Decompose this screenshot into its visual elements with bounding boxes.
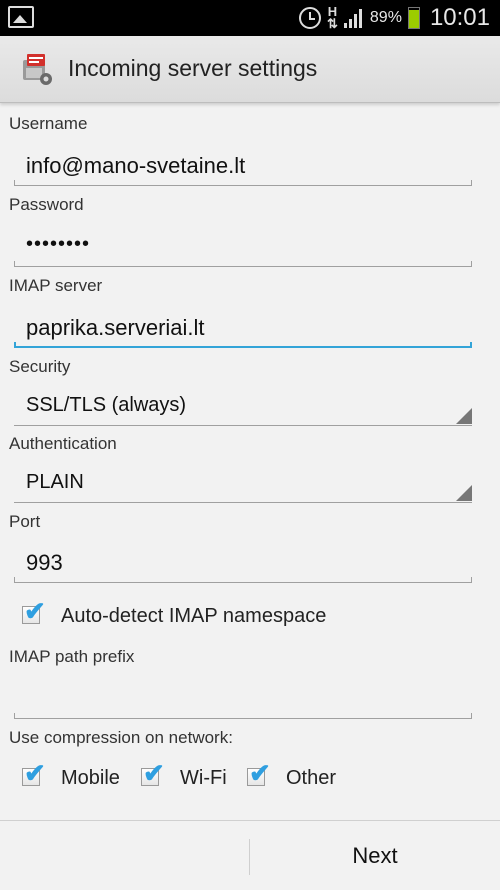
signal-icon	[343, 8, 364, 28]
port-label: Port	[9, 512, 41, 531]
network-type-icon: H ⇅	[327, 4, 338, 31]
compression-other-label: Other	[286, 767, 337, 789]
clock: 10:01	[429, 4, 490, 31]
compression-mobile-label: Mobile	[61, 767, 120, 789]
security-label: Security	[9, 357, 71, 376]
username-value: info@mano-svetaine.lt	[26, 153, 246, 178]
username-label: Username	[9, 114, 88, 133]
authentication-label: Authentication	[9, 434, 117, 453]
action-bar: Incoming server settings	[0, 36, 500, 103]
auto-detect-checkbox[interactable]: ✔	[20, 596, 46, 626]
password-field[interactable]: ••••••••	[14, 227, 472, 267]
path-prefix-label: IMAP path prefix	[9, 647, 135, 666]
battery-percent: 89%	[369, 9, 402, 26]
compression-mobile-checkbox[interactable]: ✔	[20, 758, 46, 788]
page-title: Incoming server settings	[68, 55, 318, 81]
security-value: SSL/TLS (always)	[26, 394, 187, 416]
next-button[interactable]: Next	[250, 821, 500, 890]
imap-server-label: IMAP server	[9, 276, 103, 295]
compression-wifi-label: Wi-Fi	[180, 767, 227, 789]
auto-detect-label: Auto-detect IMAP namespace	[61, 605, 327, 627]
port-field[interactable]: 993	[14, 543, 472, 583]
password-label: Password	[9, 195, 84, 214]
port-value: 993	[26, 550, 63, 575]
status-bar: H ⇅ 89% 10:01	[0, 0, 500, 36]
security-dropdown[interactable]: SSL/TLS (always)	[14, 386, 472, 426]
battery-icon	[407, 7, 420, 29]
dropdown-arrow-icon	[456, 485, 472, 501]
checkmark-icon: ✔	[143, 758, 165, 788]
authentication-dropdown[interactable]: PLAIN	[14, 463, 472, 503]
checkmark-icon: ✔	[249, 758, 271, 788]
compression-other-checkbox[interactable]: ✔	[245, 758, 271, 788]
checkmark-icon: ✔	[24, 596, 46, 626]
username-field[interactable]: info@mano-svetaine.lt	[14, 146, 472, 186]
compression-wifi-checkbox[interactable]: ✔	[139, 758, 165, 788]
imap-server-field[interactable]: paprika.serveriai.lt	[14, 308, 472, 348]
path-prefix-field[interactable]	[14, 679, 472, 719]
dropdown-arrow-icon	[456, 408, 472, 424]
button-bar: Next	[0, 820, 500, 890]
imap-server-value: paprika.serveriai.lt	[26, 315, 205, 340]
password-value: ••••••••	[26, 233, 91, 255]
checkmark-icon: ✔	[24, 758, 46, 788]
alarm-icon	[299, 7, 321, 29]
mail-app-icon	[23, 54, 52, 85]
compression-label: Use compression on network:	[9, 728, 233, 747]
gallery-icon	[8, 6, 34, 28]
authentication-value: PLAIN	[26, 471, 84, 493]
